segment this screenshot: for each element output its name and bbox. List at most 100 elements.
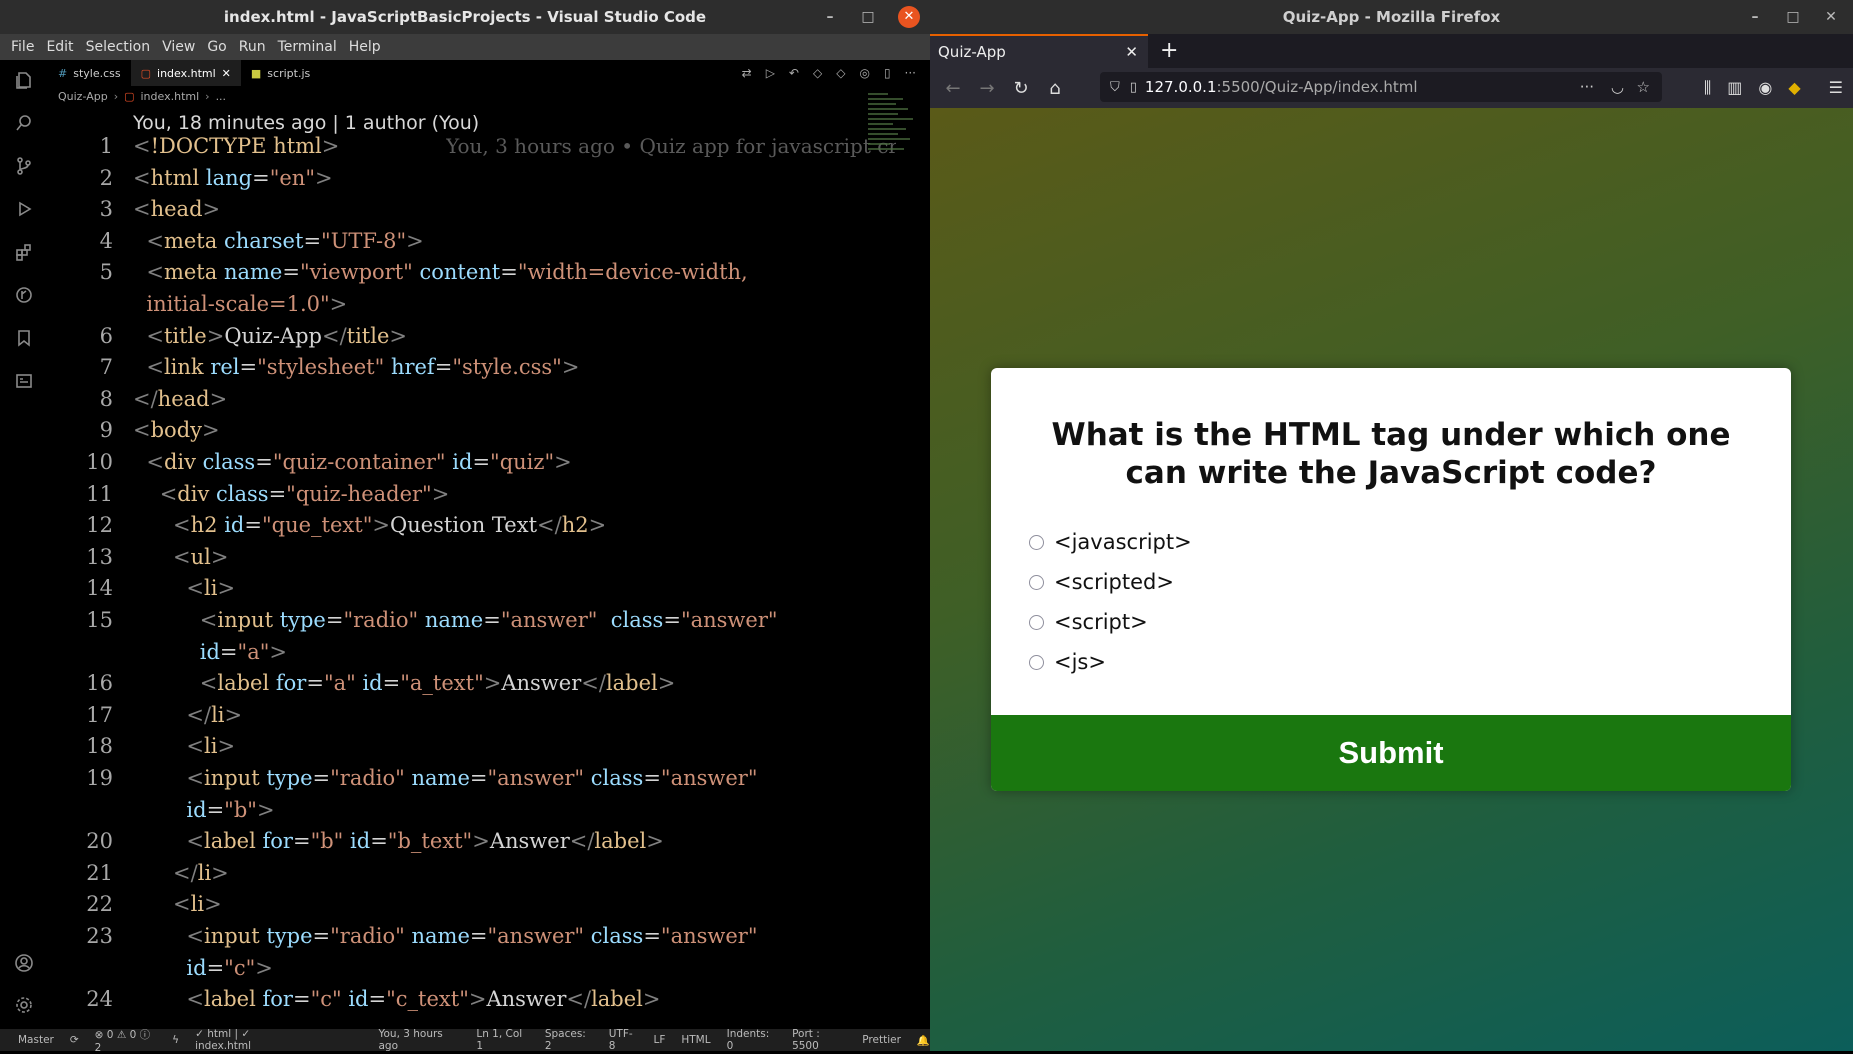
answer-option[interactable]: <javascript> (1029, 522, 1791, 562)
live-server-icon[interactable]: ◎ (859, 66, 869, 80)
compare-icon[interactable]: ⇄ (742, 66, 752, 80)
remote-explorer-icon[interactable] (14, 371, 34, 391)
answer-radio[interactable] (1029, 614, 1044, 630)
bookmark-star-icon[interactable]: ☆ (1637, 78, 1650, 96)
line-text[interactable]: </li> (133, 861, 229, 885)
answer-radio[interactable] (1029, 534, 1044, 550)
code-line[interactable]: 24 <label for="c" id="c_text">Answer</la… (48, 987, 948, 1019)
code-line[interactable]: 19 <input type="radio" name="answer" cla… (48, 766, 948, 798)
menu-run[interactable]: Run (239, 39, 266, 55)
answer-radio[interactable] (1029, 654, 1044, 670)
answer-radio[interactable] (1029, 574, 1044, 590)
branch-status[interactable]: Master (18, 1034, 54, 1046)
back-icon[interactable]: ← (942, 78, 964, 99)
answer-option[interactable]: <js> (1029, 642, 1791, 682)
prettier-status[interactable]: Prettier (862, 1034, 901, 1046)
close-icon[interactable]: ✕ (898, 6, 920, 28)
line-text[interactable]: <meta name="viewport" content="width=dev… (133, 260, 747, 284)
line-text[interactable]: <div class="quiz-header"> (133, 482, 450, 506)
minimize-icon[interactable]: – (822, 9, 838, 25)
code-line[interactable]: 20 <label for="b" id="b_text">Answer</la… (48, 829, 948, 861)
code-line[interactable]: 9 <body> (48, 418, 948, 450)
page-info-icon[interactable]: ▯ (1130, 80, 1137, 95)
line-text[interactable]: id="b"> (133, 798, 274, 822)
menu-edit[interactable]: Edit (46, 39, 73, 55)
line-text[interactable]: <h2 id="que_text">Question Text</h2> (133, 513, 606, 537)
line-text[interactable]: <body> (133, 418, 220, 442)
menu-go[interactable]: Go (207, 39, 226, 55)
indent-status[interactable]: Spaces: 2 (545, 1028, 593, 1052)
code-line[interactable]: 7 <link rel="stylesheet" href="style.css… (48, 355, 948, 387)
lint-status[interactable]: ✓ html | ✓ index.html (195, 1028, 302, 1052)
close-icon[interactable]: ✕ (1125, 43, 1138, 61)
code-line[interactable]: 21 </li> (48, 861, 948, 893)
close-icon[interactable]: ✕ (222, 67, 231, 80)
lightning-icon[interactable]: ϟ (172, 1034, 179, 1046)
source-control-icon[interactable] (14, 156, 34, 176)
code-line[interactable]: id="b"> (48, 798, 948, 830)
notifications-icon[interactable]: 🔔 (917, 1034, 930, 1047)
blame-codelens[interactable]: You, 18 minutes ago | 1 author (You) (133, 112, 479, 134)
account-icon[interactable] (14, 953, 34, 973)
code-line[interactable]: 18 <li> (48, 734, 948, 766)
code-line[interactable]: id="a"> (48, 640, 948, 672)
code-line[interactable]: 13 <ul> (48, 545, 948, 577)
line-text[interactable]: <label for="b" id="b_text">Answer</label… (133, 829, 663, 853)
line-text[interactable]: id="a"> (133, 640, 287, 664)
menu-selection[interactable]: Selection (86, 39, 151, 55)
run-debug-icon[interactable] (14, 199, 34, 219)
code-line[interactable]: 4 <meta charset="UTF-8"> (48, 229, 948, 261)
code-line[interactable]: 15 <input type="radio" name="answer" cla… (48, 608, 948, 640)
code-line[interactable]: 8 </head> (48, 387, 948, 419)
line-text[interactable]: <html lang="en"> (133, 166, 333, 190)
line-text[interactable]: <div class="quiz-container" id="quiz"> (133, 450, 571, 474)
explorer-icon[interactable] (14, 70, 34, 90)
sidebar-icon[interactable]: ▥ (1727, 78, 1742, 98)
tab-script-js[interactable]: ■ script.js (241, 60, 320, 86)
line-text[interactable]: <label for="a" id="a_text">Answer</label… (133, 671, 676, 695)
url-bar[interactable]: ⛉ ▯ 127.0.0.1:5500/Quiz-App/index.html ·… (1100, 72, 1662, 102)
git-graph-icon[interactable] (14, 285, 34, 305)
line-text[interactable]: <head> (133, 197, 220, 221)
breadcrumb-file[interactable]: index.html (141, 90, 200, 103)
next-change-icon[interactable]: ◇ (836, 66, 845, 80)
search-icon[interactable] (14, 113, 34, 133)
code-line[interactable]: 10 <div class="quiz-container" id="quiz"… (48, 450, 948, 482)
line-text[interactable]: <link rel="stylesheet" href="style.css"> (133, 355, 579, 379)
account-icon[interactable]: ◉ (1758, 78, 1772, 98)
line-text[interactable]: <label for="c" id="c_text">Answer</label… (133, 987, 660, 1011)
blame-status[interactable]: You, 3 hours ago (378, 1028, 460, 1052)
extension-icon[interactable]: ◆ (1788, 78, 1800, 98)
encoding-status[interactable]: UTF-8 (609, 1028, 638, 1052)
line-text[interactable]: </li> (133, 703, 242, 727)
answer-label[interactable]: <scripted> (1054, 570, 1174, 594)
gear-icon[interactable] (14, 995, 34, 1015)
line-text[interactable]: <ul> (133, 545, 228, 569)
reload-icon[interactable]: ↻ (1010, 78, 1032, 99)
code-line[interactable]: 22 <li> (48, 892, 948, 924)
hamburger-menu-icon[interactable]: ☰ (1829, 78, 1843, 98)
breadcrumb-more[interactable]: ... (216, 90, 227, 103)
live-server-status[interactable]: Port : 5500 (792, 1028, 846, 1052)
code-line[interactable]: 3 <head> (48, 197, 948, 229)
line-text[interactable]: initial-scale=1.0"> (133, 292, 347, 316)
language-status[interactable]: HTML (681, 1034, 710, 1046)
answer-label[interactable]: <javascript> (1054, 530, 1192, 554)
tab-quiz-app[interactable]: Quiz-App ✕ (930, 34, 1148, 68)
line-text[interactable]: <input type="radio" name="answer" class=… (133, 608, 778, 632)
indents-status[interactable]: Indents: 0 (727, 1028, 776, 1052)
code-line[interactable]: 1 <!DOCTYPE html> You, 3 hours ago • Quiz … (48, 134, 948, 166)
code-line[interactable]: 17 </li> (48, 703, 948, 735)
line-text[interactable]: id="c"> (133, 956, 272, 980)
answer-option[interactable]: <scripted> (1029, 562, 1791, 602)
code-line[interactable]: 16 <label for="a" id="a_text">Answer</la… (48, 671, 948, 703)
line-text[interactable]: <!DOCTYPE html> (133, 134, 339, 158)
tab-style-css[interactable]: # style.css (48, 60, 131, 86)
submit-button[interactable]: Submit (991, 715, 1791, 791)
maximize-icon[interactable]: □ (1785, 9, 1801, 25)
new-tab-icon[interactable]: + (1160, 38, 1178, 63)
menu-terminal[interactable]: Terminal (278, 39, 337, 55)
eol-status[interactable]: LF (653, 1034, 665, 1046)
code-line[interactable]: 12 <h2 id="que_text">Question Text</h2> (48, 513, 948, 545)
code-line[interactable]: 5 <meta name="viewport" content="width=d… (48, 260, 948, 292)
